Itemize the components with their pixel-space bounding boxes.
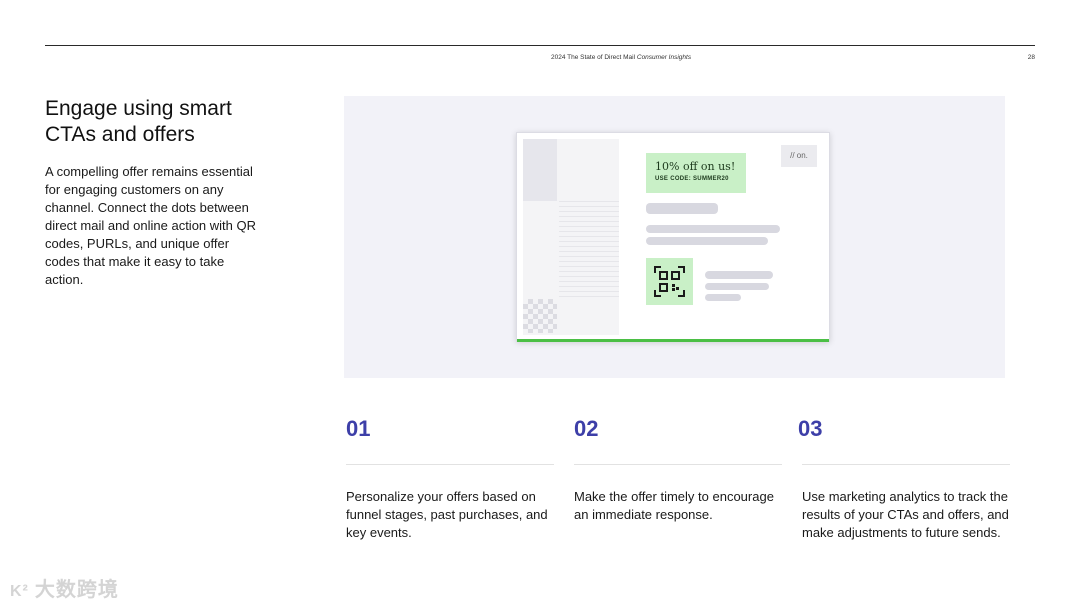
placeholder-bar [705,271,773,279]
watermark-logo-icon: K² [10,583,29,600]
watermark-text: 大数跨境 [34,579,119,601]
qr-code [646,258,693,305]
step-number-2: 02 [574,416,599,441]
mailer-illustration: 10% off on us! USE CODE: SUMMER20 // on. [344,96,1005,378]
placeholder-bar [705,294,741,301]
step-divider [346,464,554,465]
page-number: 28 [1027,54,1035,61]
offer-badge: 10% off on us! USE CODE: SUMMER20 [646,153,746,193]
step-text-2: Make the offer timely to encourage an im… [574,489,774,522]
qr-code-icon [654,266,685,297]
mailer-image-panel [523,139,619,335]
step-divider [574,464,782,465]
step-text-3: Use marketing analytics to track the res… [802,489,1009,540]
placeholder-bar [705,283,769,290]
brand-logo: // on. [781,145,817,167]
placeholder-bar [646,225,780,233]
accent-bar [517,339,829,342]
header-rule [45,45,1035,46]
step-divider [802,464,1010,465]
step-text-1: Personalize your offers based on funnel … [346,489,548,540]
offer-code: USE CODE: SUMMER20 [655,176,729,182]
placeholder-bar [646,237,768,245]
step-number-1: 01 [346,416,371,441]
pattern-graphic [523,299,557,333]
report-title: 2024 The State of Direct Mail Consumer I… [551,54,692,61]
offer-title: 10% off on us! [655,160,736,173]
section-heading: Engage using smart CTAs and offers [45,97,232,146]
watermark: K² 大数跨境 [10,573,119,602]
section-body: A compelling offer remains essential for… [45,164,256,287]
mailer-card: 10% off on us! USE CODE: SUMMER20 // on. [516,132,830,342]
step-number-3: 03 [798,416,823,441]
placeholder-bar [646,203,718,214]
